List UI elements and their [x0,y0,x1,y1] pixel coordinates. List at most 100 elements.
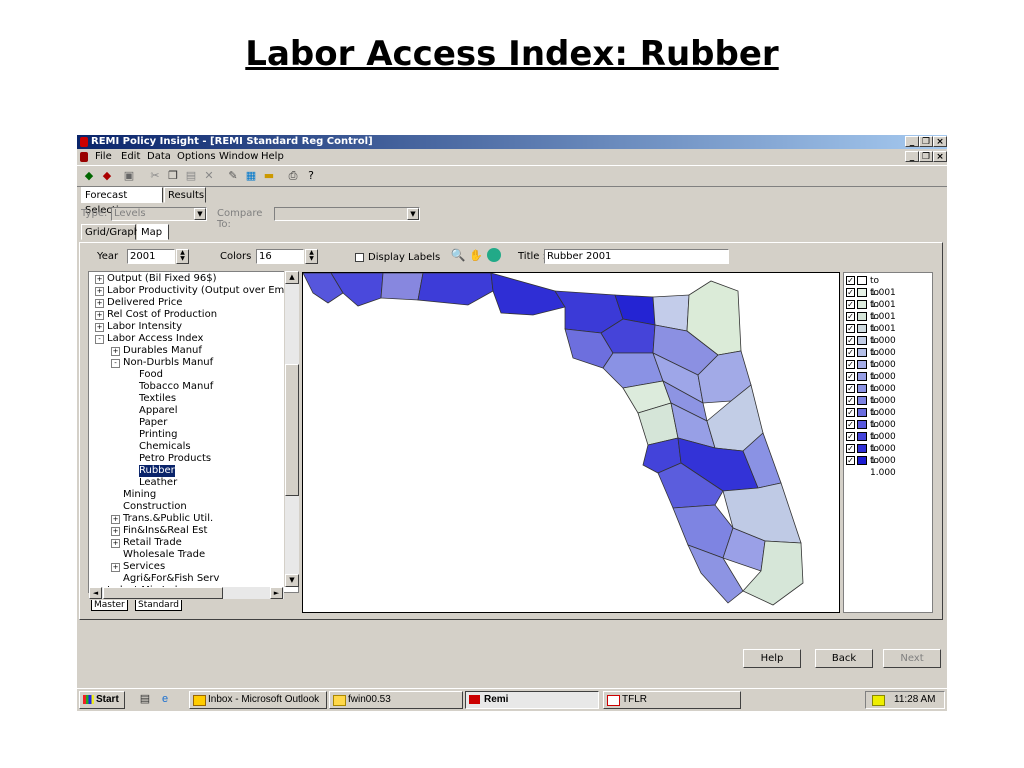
tree-item[interactable]: Agri&For&Fish Serv [123,573,219,585]
legend-checkbox[interactable]: ✓ [846,408,855,417]
county[interactable] [672,504,734,559]
cut-icon[interactable]: ✂ [147,168,163,183]
expander-icon[interactable]: + [111,347,120,356]
taskbar-item-tflr[interactable]: TFLR [603,691,741,709]
tray-icon[interactable] [872,695,885,706]
open-icon[interactable]: ◆ [81,168,97,183]
minimize-button[interactable]: _ [905,136,919,147]
save-icon[interactable]: ▣ [121,168,137,183]
sheet-tab-master[interactable]: Master [91,600,128,611]
county[interactable] [490,273,566,316]
taskbar-item-remi[interactable]: Remi [465,691,599,709]
legend-checkbox[interactable]: ✓ [846,372,855,381]
legend-checkbox[interactable]: ✓ [846,456,855,465]
menu-window[interactable]: Window [219,149,258,164]
menu-options[interactable]: Options [177,149,216,164]
map-title-field[interactable]: Rubber 2001 [544,249,729,264]
tab-forecast-selection[interactable]: Forecast Selection [81,187,163,216]
tree-horizontal-scrollbar[interactable]: ◄ ► [89,587,284,599]
menu-data[interactable]: Data [147,149,171,164]
tree-item[interactable]: Apparel [139,405,178,417]
legend-checkbox[interactable]: ✓ [846,432,855,441]
desktop-icon[interactable]: ▤ [137,692,153,707]
county[interactable] [417,273,494,306]
legend-checkbox[interactable]: ✓ [846,336,855,345]
tree-item[interactable]: Services [123,561,165,573]
tree-item[interactable]: Trans.&Public Util. [123,513,213,525]
expander-icon[interactable]: + [95,275,104,284]
tree-item[interactable]: Rel Cost of Production [107,309,217,321]
tab-grid-graph[interactable]: Grid/Graph [81,224,140,240]
sheet-tab-standard[interactable]: Standard [135,600,182,611]
restore-button[interactable]: ❐ [919,136,933,147]
tree-item[interactable]: Construction [123,501,187,513]
scroll-right-icon[interactable]: ► [270,587,283,599]
tools-icon[interactable]: ✎ [225,168,241,183]
tree-item[interactable]: Labor Productivity (Output over Emp Th [107,285,298,297]
legend-checkbox[interactable]: ✓ [846,288,855,297]
expander-icon[interactable]: - [111,359,120,368]
legend-checkbox[interactable]: ✓ [846,444,855,453]
tree-item[interactable]: Textiles [139,393,176,405]
close-doc-icon[interactable]: ◆ [99,168,115,183]
next-button[interactable]: Next [883,649,941,668]
tree-item[interactable]: Output (Bil Fixed 96$) [107,273,217,285]
paste-icon[interactable]: ▤ [183,168,199,183]
start-button[interactable]: Start [79,691,125,709]
close-button[interactable]: × [933,136,947,147]
tree-item[interactable]: Petro Products [139,453,211,465]
expander-icon[interactable]: + [111,539,120,548]
expander-icon[interactable]: + [95,323,104,332]
legend-checkbox[interactable]: ✓ [846,360,855,369]
tree-item[interactable]: Paper [139,417,167,429]
expander-icon[interactable]: + [95,311,104,320]
chevron-down-icon[interactable]: ▼ [194,208,206,220]
tree-item[interactable]: Wholesale Trade [123,549,205,561]
taskbar-item-outlook[interactable]: Inbox - Microsoft Outlook [189,691,327,709]
legend-checkbox[interactable]: ✓ [846,348,855,357]
year-field[interactable]: 2001 [127,249,175,264]
florida-county-map[interactable] [302,272,840,613]
menu-help[interactable]: Help [261,149,284,164]
tree-item[interactable]: Non-Durbls Manuf [123,357,213,369]
tree-item[interactable]: Labor Access Index [107,333,203,345]
display-labels-checkbox[interactable] [355,253,364,262]
doc-minimize-button[interactable]: _ [905,151,919,162]
menu-file[interactable]: File [95,149,112,164]
expander-icon[interactable]: + [111,527,120,536]
tree-item[interactable]: Leather [139,477,177,489]
doc-restore-button[interactable]: ❐ [919,151,933,162]
type-dropdown[interactable]: Levels ▼ [111,207,207,221]
scroll-up-icon[interactable]: ▲ [285,271,299,284]
colors-spinner[interactable]: ▲ ▼ [305,249,318,264]
tree-item[interactable]: Printing [139,429,177,441]
tree-vertical-scrollbar[interactable]: ▲ ▼ [284,271,299,587]
legend-checkbox[interactable]: ✓ [846,384,855,393]
legend-checkbox[interactable]: ✓ [846,300,855,309]
chevron-down-icon[interactable]: ▼ [407,208,419,220]
zoom-icon[interactable]: 🔍 [450,248,466,264]
hand-pan-icon[interactable]: ✋ [468,248,484,264]
tree-item[interactable]: Durables Manuf [123,345,202,357]
scroll-down-icon[interactable]: ▼ [285,574,299,587]
tree-item[interactable]: Rubber [139,465,175,477]
colors-field[interactable]: 16 [256,249,304,264]
scroll-left-icon[interactable]: ◄ [89,587,102,599]
tree-item[interactable]: Mining [123,489,156,501]
menu-edit[interactable]: Edit [121,149,140,164]
legend-checkbox[interactable]: ✓ [846,396,855,405]
calculator-icon[interactable]: ▦ [243,168,259,183]
legend-checkbox[interactable]: ✓ [846,312,855,321]
expander-icon[interactable]: + [95,299,104,308]
compare-dropdown[interactable]: ▼ [274,207,420,221]
legend-checkbox[interactable]: ✓ [846,324,855,333]
expander-icon[interactable]: + [111,515,120,524]
doc-close-button[interactable]: × [933,151,947,162]
help-icon[interactable]: ? [303,168,319,183]
tree-item[interactable]: Delivered Price [107,297,182,309]
tree-item[interactable]: Retail Trade [123,537,182,549]
delete-icon[interactable]: ✕ [201,168,217,183]
expander-icon[interactable]: + [95,287,104,296]
expander-icon[interactable]: - [95,335,104,344]
tree-item[interactable]: Labor Intensity [107,321,182,333]
